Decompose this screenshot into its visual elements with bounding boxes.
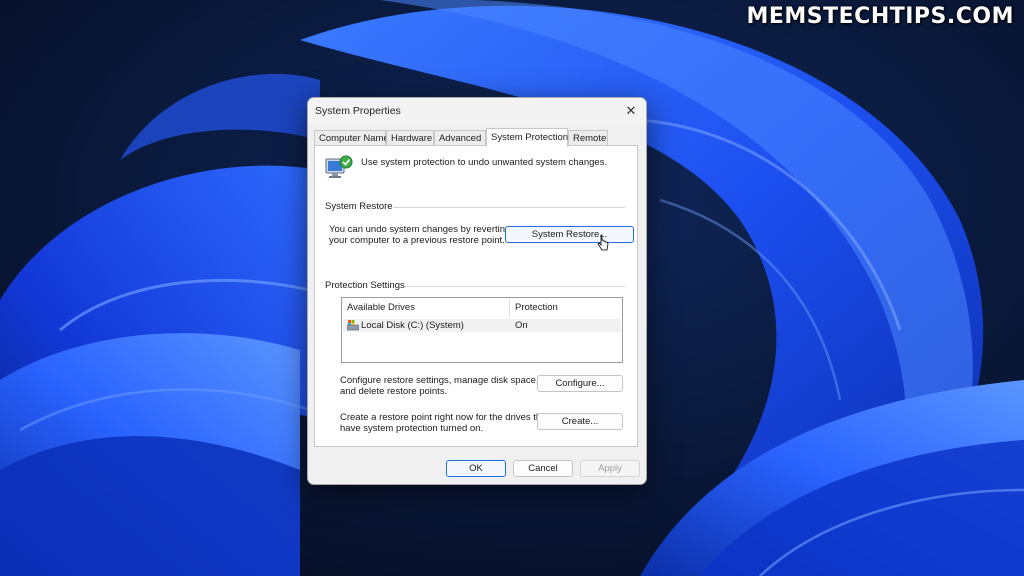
tab-computer-name[interactable]: Computer Name (314, 130, 389, 146)
system-protection-panel: Use system protection to undo unwanted s… (314, 145, 638, 447)
dialog-title: System Properties (315, 105, 401, 117)
close-icon: ✕ (625, 103, 637, 118)
group-divider (393, 207, 625, 208)
create-description-line1: Create a restore point right now for the… (340, 412, 550, 423)
column-header-protection[interactable]: Protection (510, 298, 622, 318)
close-button[interactable]: ✕ (616, 98, 646, 124)
configure-description-line2: and delete restore points. (340, 386, 448, 397)
site-watermark: MEMSTECHTIPS.COM (746, 4, 1014, 29)
drive-icon (347, 320, 359, 331)
available-drives-list[interactable]: Available Drives Protection Local Disk (… (341, 297, 623, 363)
tab-hardware[interactable]: Hardware (386, 130, 434, 146)
system-restore-description-line1: You can undo system changes by reverting (329, 224, 511, 235)
apply-button[interactable]: Apply (580, 460, 640, 477)
drive-name: Local Disk (C:) (System) (361, 320, 464, 331)
tab-system-protection[interactable]: System Protection (486, 128, 568, 147)
table-row[interactable]: Local Disk (C:) (System) On (343, 319, 621, 332)
desktop: MEMSTECHTIPS.COM System Properties ✕ Com… (0, 0, 1024, 576)
protection-settings-group-label: Protection Settings (325, 280, 405, 291)
column-header-available-drives[interactable]: Available Drives (342, 298, 510, 318)
system-restore-description-line2: your computer to a previous restore poin… (329, 235, 505, 246)
ok-button[interactable]: OK (446, 460, 506, 477)
cancel-button[interactable]: Cancel (513, 460, 573, 477)
configure-description-line1: Configure restore settings, manage disk … (340, 375, 539, 386)
mouse-cursor-icon (597, 234, 609, 251)
create-button[interactable]: Create... (537, 413, 623, 430)
drive-protection-status: On (515, 320, 528, 331)
title-bar[interactable]: System Properties ✕ (308, 98, 646, 124)
system-protection-icon (325, 155, 353, 178)
create-description-line2: have system protection turned on. (340, 423, 484, 434)
tab-advanced[interactable]: Advanced (434, 130, 486, 146)
system-properties-dialog: System Properties ✕ Computer Name Hardwa… (307, 97, 647, 485)
system-restore-button[interactable]: System Restore... (505, 226, 634, 243)
group-divider (405, 286, 625, 287)
tab-remote[interactable]: Remote (568, 130, 608, 146)
configure-button[interactable]: Configure... (537, 375, 623, 392)
system-restore-group-label: System Restore (325, 201, 393, 212)
intro-text: Use system protection to undo unwanted s… (361, 157, 608, 168)
